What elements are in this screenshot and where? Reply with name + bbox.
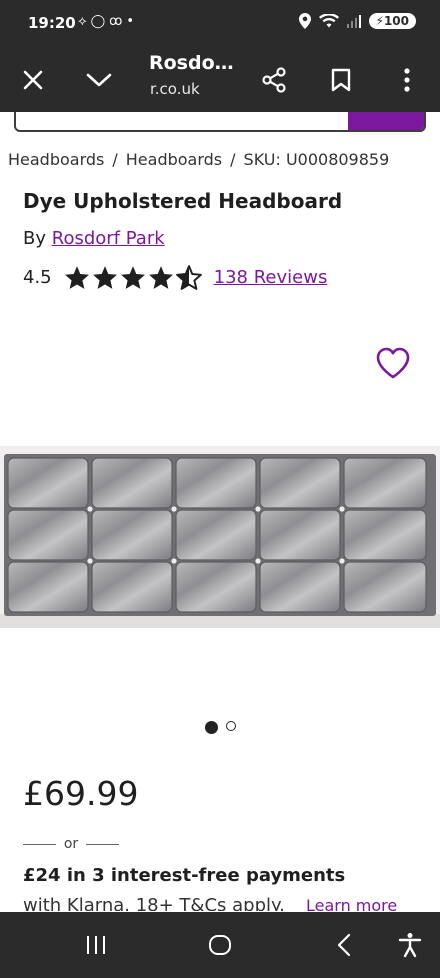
- back-icon[interactable]: [327, 930, 361, 960]
- chevron-down-icon[interactable]: [81, 62, 117, 98]
- product-image[interactable]: [0, 446, 440, 628]
- whatsapp-icon: ◯: [90, 14, 110, 29]
- dot-icon: •: [126, 14, 139, 29]
- status-time: 19:20: [28, 14, 76, 32]
- carousel-dot-active[interactable]: [204, 721, 218, 734]
- divider-line: [86, 843, 120, 845]
- more-vert-icon[interactable]: [389, 62, 425, 98]
- share-icon[interactable]: [256, 62, 292, 98]
- product-price: £69.99: [23, 774, 139, 813]
- search-button[interactable]: [348, 112, 424, 130]
- browser-url[interactable]: r.co.uk: [150, 80, 200, 98]
- byline-prefix: By: [23, 228, 47, 249]
- rating-row: 4.5 138 Reviews: [23, 265, 327, 290]
- brand-link[interactable]: Rosdorf Park: [52, 228, 165, 249]
- product-byline: By Rosdorf Park: [23, 228, 165, 249]
- klarna-title: £24 in 3 interest-free payments: [23, 865, 346, 886]
- star-rating: [64, 265, 202, 290]
- heart-icon[interactable]: [374, 344, 412, 382]
- bookmark-icon[interactable]: [323, 62, 359, 98]
- home-icon[interactable]: [203, 930, 237, 960]
- breadcrumb-item[interactable]: Headboards: [126, 150, 222, 169]
- signal-icon: [346, 14, 361, 28]
- breadcrumb: Headboards / Headboards / SKU: U000809859: [8, 150, 390, 169]
- breadcrumb-sku: SKU: U000809859: [243, 150, 390, 169]
- breadcrumb-item[interactable]: Headboards: [8, 150, 104, 169]
- half-star-icon: [175, 265, 202, 290]
- wifi-icon: [318, 14, 339, 28]
- product-title: Dye Upholstered Headboard: [23, 189, 343, 213]
- star-icon: [64, 266, 89, 289]
- accessibility-icon[interactable]: [393, 930, 427, 960]
- or-label: or: [63, 836, 79, 852]
- image-carousel-dots: [0, 721, 440, 734]
- close-icon[interactable]: [15, 62, 51, 98]
- voicemail-icon: ꝏ: [109, 14, 127, 29]
- reviews-link[interactable]: 138 Reviews: [214, 267, 328, 288]
- headboard-illustration: [0, 446, 440, 628]
- location-icon: [298, 13, 311, 29]
- rating-value: 4.5: [23, 267, 52, 288]
- browser-toolbar: Rosdo… r.co.uk: [0, 48, 440, 112]
- browser-page-title: Rosdo…: [149, 52, 234, 74]
- carousel-dot[interactable]: [225, 721, 236, 731]
- navigation-icon: ⟡: [78, 14, 91, 29]
- search-bar[interactable]: [14, 112, 426, 132]
- breadcrumb-separator: /: [230, 150, 236, 169]
- star-icon: [148, 266, 173, 289]
- status-system-icons: ⚡100: [298, 13, 416, 29]
- system-nav-bar: [0, 912, 440, 978]
- star-icon: [92, 266, 117, 289]
- status-notification-icons: ⟡◯ꝏ•: [78, 14, 138, 29]
- battery-indicator: ⚡100: [368, 13, 416, 29]
- recent-apps-icon[interactable]: [79, 930, 113, 960]
- star-icon: [120, 266, 145, 289]
- status-bar: 19:20 ⟡◯ꝏ• ⚡100: [0, 0, 440, 48]
- breadcrumb-separator: /: [112, 150, 118, 169]
- or-divider: or: [23, 836, 120, 852]
- divider-line: [23, 843, 56, 845]
